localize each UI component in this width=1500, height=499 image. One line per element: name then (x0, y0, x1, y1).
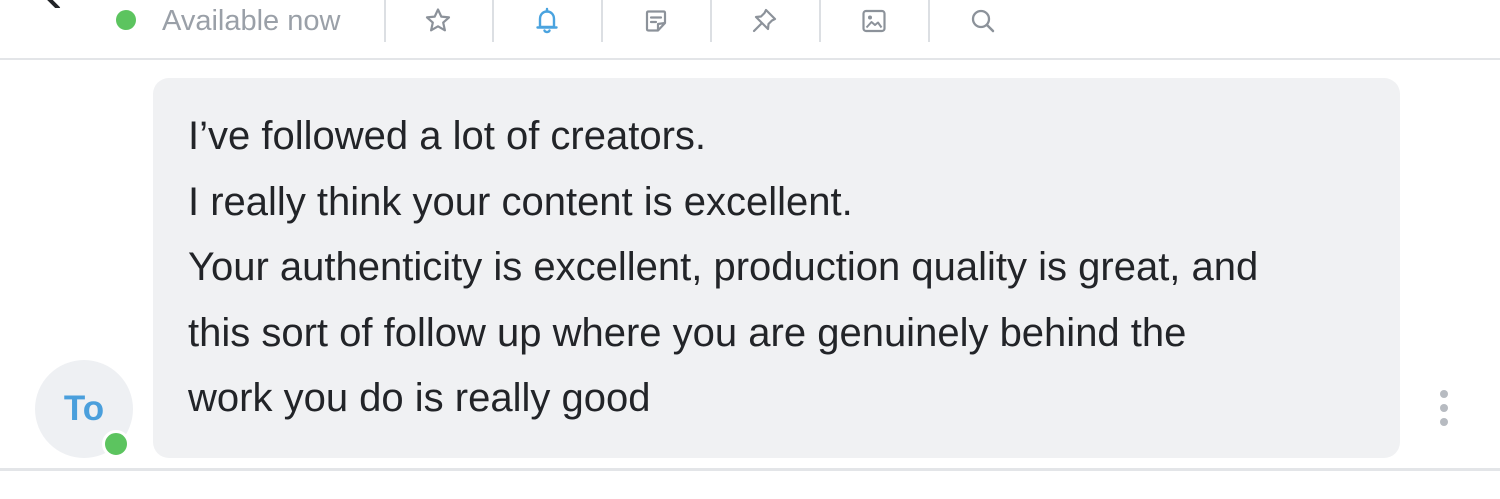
message-line: this sort of follow up where you are gen… (188, 310, 1187, 355)
message-line: work you do is really good (188, 376, 651, 420)
bottom-divider (0, 468, 1500, 471)
message-text: I’ve followed a lot of creators. I reall… (188, 104, 1258, 432)
chat-header-toolbar: Available now (0, 0, 1500, 60)
star-icon[interactable] (423, 6, 453, 36)
online-indicator (102, 430, 130, 458)
bell-icon[interactable] (532, 6, 562, 36)
message-line: I really think your content is excellent… (188, 179, 853, 224)
toolbar-divider (492, 0, 494, 42)
vertical-ellipsis-icon[interactable] (1432, 390, 1456, 426)
toolbar-divider (710, 0, 712, 42)
back-arrow-icon[interactable] (38, 0, 78, 8)
toolbar-divider (819, 0, 821, 42)
toolbar-divider (601, 0, 603, 42)
search-icon[interactable] (968, 6, 998, 36)
message-line: I’ve followed a lot of creators. (188, 114, 707, 158)
availability-status-dot (116, 10, 136, 30)
pin-icon[interactable] (749, 6, 779, 36)
availability-status-text: Available now (162, 5, 341, 37)
toolbar-divider (384, 0, 386, 42)
message-row: To I’ve followed a lot of creators. I re… (0, 62, 1500, 470)
chat-screen: Available now To I’ve followed a lot of … (0, 0, 1500, 499)
image-icon[interactable] (859, 6, 889, 36)
toolbar-divider (928, 0, 930, 42)
note-icon[interactable] (641, 6, 671, 36)
message-line: Your authenticity is excellent, producti… (188, 245, 1259, 289)
